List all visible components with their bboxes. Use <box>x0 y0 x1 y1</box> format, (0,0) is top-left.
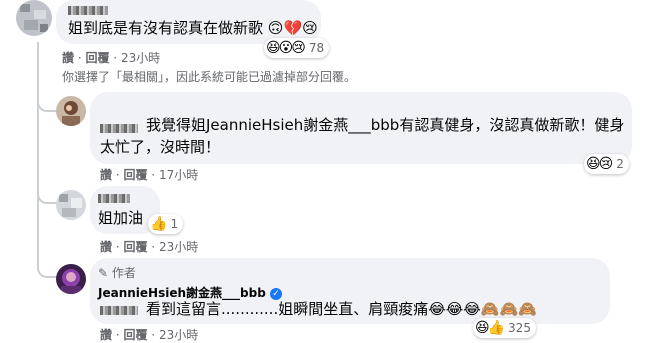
reply-button[interactable]: 回覆 <box>123 328 147 342</box>
reaction-count: 325 <box>508 321 531 335</box>
comment-emoji: 🙈 <box>518 300 537 318</box>
avatar[interactable] <box>56 96 86 126</box>
reply-text-line: 我覺得姐JeannieHsieh謝金燕___bbb有認真健身，沒認真做新歌！健身 <box>146 114 624 136</box>
author-avatar[interactable] <box>56 264 86 294</box>
commenter-name[interactable] <box>100 124 138 133</box>
reply-text: 看到這留言............姐瞬間坐直、肩頸痠痛 <box>146 300 429 318</box>
comment-emoji: 😢 <box>302 19 318 37</box>
reaction-summary[interactable]: 😆 👍 325 <box>473 318 536 338</box>
thread-connector <box>37 88 57 112</box>
reaction-icon: 👍 <box>487 320 506 336</box>
author-badge: ✎ 作者 <box>98 264 136 281</box>
timestamp[interactable]: 23小時 <box>159 240 198 254</box>
comment-emoji: 😂 <box>445 300 464 318</box>
reaction-count: 78 <box>308 41 325 55</box>
tagged-name[interactable] <box>100 306 138 315</box>
author-badge-label: 作者 <box>111 266 136 280</box>
reaction-summary[interactable]: 😆 😮 😢 78 <box>264 38 330 58</box>
avatar[interactable] <box>56 190 86 220</box>
thread-line <box>37 42 39 270</box>
commenter-name[interactable] <box>68 6 108 15</box>
reply-text: 太忙了，沒時間！ <box>100 138 221 156</box>
timestamp[interactable]: 17小時 <box>159 168 198 182</box>
reaction-icon: 👍 <box>150 216 168 232</box>
reaction-count: 1 <box>170 217 179 231</box>
comment-emoji: 💔 <box>283 19 303 37</box>
like-button[interactable]: 讚 <box>100 328 112 342</box>
reply-text-line: 太忙了，沒時間！ <box>100 136 220 158</box>
reply-button[interactable]: 回覆 <box>85 51 109 65</box>
timestamp[interactable]: 23小時 <box>159 328 198 342</box>
reaction-summary[interactable]: 👍 1 <box>148 214 184 234</box>
reaction-icon: 😢 <box>598 156 614 172</box>
comment-text-body: 姐到底是有沒有認真在做新歌 <box>68 19 264 37</box>
commenter-name[interactable] <box>98 194 130 203</box>
reaction-summary[interactable]: 😆 😢 2 <box>584 154 629 174</box>
thread-connector <box>37 180 57 204</box>
comment-emoji: 😂 <box>428 300 446 318</box>
comment-actions: 讚 · 回覆 · 23小時 <box>100 240 199 254</box>
like-button[interactable]: 讚 <box>100 240 112 254</box>
comment-text: 姐到底是有沒有認真在做新歌 🙃💔😢 <box>68 17 318 39</box>
comment-bubble: ✎ 作者 JeannieHsieh謝金燕___bbb ✓ 看到這留言......… <box>90 258 610 324</box>
pencil-icon: ✎ <box>98 266 109 280</box>
timestamp[interactable]: 23小時 <box>121 51 160 65</box>
reply-text-line: 看到這留言............姐瞬間坐直、肩頸痠痛😂😂😂🙈🙈🙈 <box>146 298 537 320</box>
reaction-icon: 😢 <box>291 40 306 56</box>
reply-text: 我覺得姐JeannieHsieh謝金燕___bbb有認真健身，沒認真做新歌！健身 <box>146 116 625 134</box>
comment-emoji: 😂 <box>463 300 481 318</box>
like-button[interactable]: 讚 <box>100 168 112 182</box>
comment-emoji: 🙈 <box>480 300 500 318</box>
filter-notice: 你選擇了「最相關」，因此系統可能已過濾掉部分回覆。 <box>62 70 357 84</box>
comment-actions: 讚 · 回覆 · 23小時 <box>100 328 199 342</box>
avatar[interactable] <box>16 0 52 36</box>
comment-bubble: 我覺得姐JeannieHsieh謝金燕___bbb有認真健身，沒認真做新歌！健身… <box>90 92 632 164</box>
reply-button[interactable]: 回覆 <box>123 240 147 254</box>
comment-emoji: 🙃 <box>267 19 284 37</box>
like-button[interactable]: 讚 <box>62 51 74 65</box>
comment-emoji: 🙈 <box>499 300 519 318</box>
reply-button[interactable]: 回覆 <box>123 168 147 182</box>
comment-actions: 讚 · 回覆 · 17小時 <box>100 168 199 182</box>
thread-connector <box>37 254 57 278</box>
reply-text: 姐加油 <box>98 209 144 227</box>
comment-actions: 讚 · 回覆 · 23小時 <box>62 51 161 65</box>
reaction-count: 2 <box>616 157 624 171</box>
